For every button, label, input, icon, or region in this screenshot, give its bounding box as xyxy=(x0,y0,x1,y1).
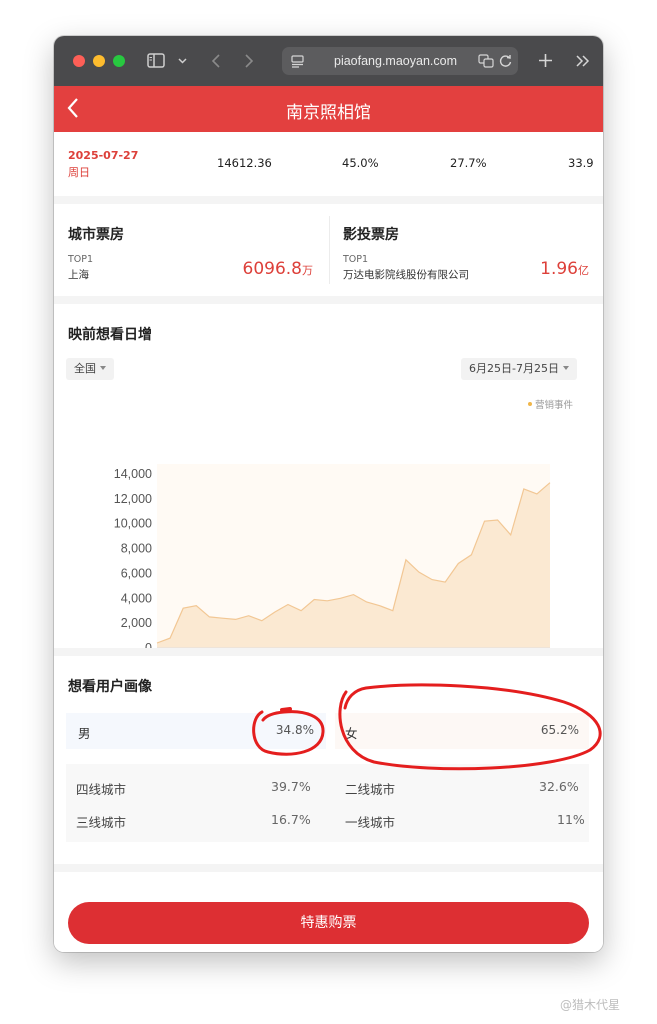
y-tick-label: 14,000 xyxy=(114,467,152,481)
daily-box-row[interactable]: 2025-07-27 周日 14612.36 45.0% 27.7% 33.9 xyxy=(54,132,603,196)
browser-titlebar: piaofang.maoyan.com xyxy=(54,36,603,86)
portrait-title: 想看用户画像 xyxy=(68,679,152,695)
city-value-group: 6096.8万 xyxy=(243,259,313,279)
daily-share-1: 45.0% xyxy=(342,156,379,170)
male-share-box: 男 34.8% xyxy=(66,713,326,749)
chevron-down-icon[interactable] xyxy=(178,58,187,64)
daily-share-2: 27.7% xyxy=(450,156,487,170)
male-label: 男 xyxy=(78,726,91,741)
investor-name: 万达电影院线股份有限公司 xyxy=(343,269,469,281)
buy-ticket-button[interactable]: 特惠购票 xyxy=(68,902,589,944)
user-portrait-card: 想看用户画像 男 34.8% 女 65.2% 四线城市 39.7% 二线城市 3… xyxy=(54,656,603,864)
column-divider xyxy=(329,216,330,284)
city-tier-pct-1: 32.6% xyxy=(539,779,579,794)
city-tier-label-3: 一线城市 xyxy=(345,815,396,830)
minimize-window-button[interactable] xyxy=(93,55,105,67)
translate-icon[interactable] xyxy=(478,54,494,68)
sidebar-icon[interactable] xyxy=(147,53,165,68)
page-menu-icon[interactable] xyxy=(291,55,304,68)
back-nav-icon[interactable] xyxy=(211,53,221,69)
row-date: 2025-07-27 xyxy=(68,149,139,162)
daily-box-value: 14612.36 xyxy=(217,156,272,170)
city-tier-pct-3: 11% xyxy=(557,812,585,827)
male-pct: 34.8% xyxy=(275,723,314,737)
female-share-box: 女 65.2% xyxy=(335,713,589,749)
address-bar[interactable]: piaofang.maoyan.com xyxy=(282,47,518,75)
investor-value-group: 1.96亿 xyxy=(540,259,589,279)
female-label: 女 xyxy=(345,726,358,741)
city-tier-label-2: 三线城市 xyxy=(76,815,127,830)
city-rank: TOP1 xyxy=(68,254,94,265)
city-tier-pct-0: 39.7% xyxy=(271,779,311,794)
y-tick-label: 4,000 xyxy=(121,591,152,605)
y-tick-label: 10,000 xyxy=(114,517,152,531)
y-tick-label: 2,000 xyxy=(121,616,152,630)
investor-unit: 亿 xyxy=(578,264,589,277)
wish-area-chart: 02,0004,0006,0008,00010,00012,00014,0006… xyxy=(114,464,551,648)
city-unit: 万 xyxy=(302,264,313,277)
reload-icon[interactable] xyxy=(499,54,512,68)
city-tier-grid: 四线城市 39.7% 二线城市 32.6% 三线城市 16.7% 一线城市 11… xyxy=(66,764,589,842)
tab-overflow-icon[interactable] xyxy=(576,55,590,67)
city-box-title: 城市票房 xyxy=(68,227,124,243)
investor-box-title: 影投票房 xyxy=(343,227,399,243)
investor-value: 1.96 xyxy=(540,259,578,279)
investor-rank: TOP1 xyxy=(343,254,369,265)
wish-chart-card: 映前想看日增 全国 6月25日-7月25日 营销事件 0 2,000 4,000 6,… xyxy=(54,304,603,648)
zoom-window-button[interactable] xyxy=(113,55,125,67)
y-tick-label: 12,000 xyxy=(114,492,152,506)
city-value: 6096.8 xyxy=(242,259,302,279)
female-pct: 65.2% xyxy=(540,723,579,737)
y-tick-label: 8,000 xyxy=(121,542,152,556)
city-tier-label-1: 二线城市 xyxy=(345,782,396,797)
y-tick-label: 6,000 xyxy=(121,566,152,580)
city-tier-pct-2: 16.7% xyxy=(271,812,311,827)
close-window-button[interactable] xyxy=(73,55,85,67)
movie-title: 南京照相馆 xyxy=(286,103,371,123)
browser-window: piaofang.maoyan.com 南京照相馆 2025-07-27 周日 … xyxy=(54,36,603,952)
y-tick-label: 0 xyxy=(145,641,152,648)
url-text: piaofang.maoyan.com xyxy=(334,54,457,68)
city-name: 上海 xyxy=(68,269,89,281)
app-header: 南京照相馆 xyxy=(54,86,603,132)
watermark: @猎木代星 xyxy=(560,998,621,1012)
forward-nav-icon[interactable] xyxy=(244,53,254,69)
city-tier-label-0: 四线城市 xyxy=(76,782,127,797)
daily-share-3: 33.9 xyxy=(568,156,594,170)
row-weekday: 周日 xyxy=(68,166,90,179)
box-office-ranking-card: 城市票房 TOP1 上海 6096.8万 影投票房 TOP1 万达电影院线股份有… xyxy=(54,204,603,296)
new-tab-icon[interactable] xyxy=(538,53,553,68)
